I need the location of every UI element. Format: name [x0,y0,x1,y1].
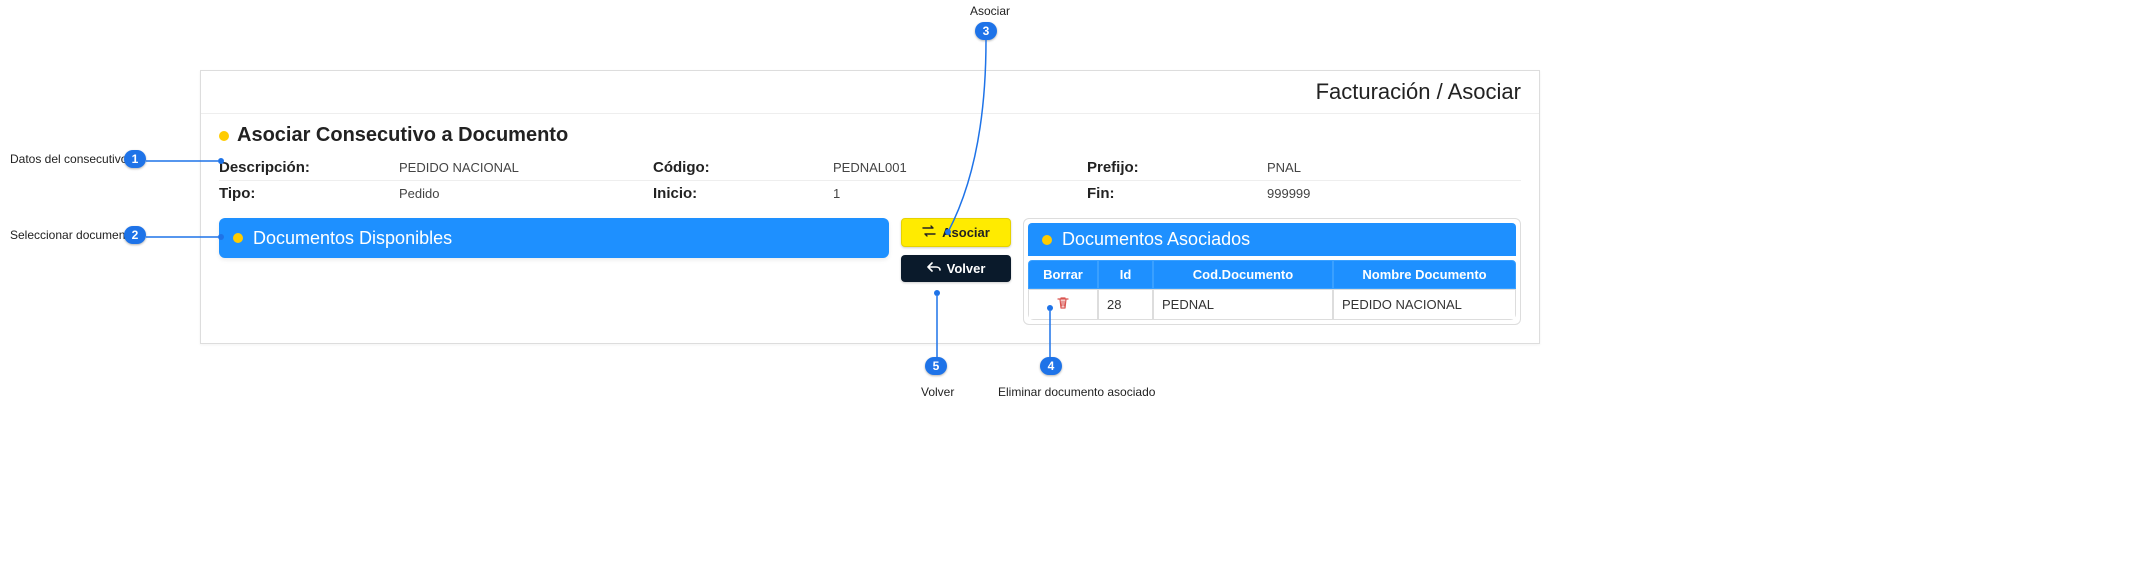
main-section: Asociar Consecutivo a Documento Descripc… [201,114,1539,343]
delete-row-button[interactable] [1056,296,1070,313]
callout-2-label: Seleccionar documento [10,228,135,242]
back-arrow-icon [927,261,941,276]
available-documents-panel[interactable]: Documentos Disponibles [219,218,889,258]
body-row: Documentos Disponibles Asociar Volver [219,218,1521,325]
tipo-label: Tipo: [219,185,379,202]
callout-badge-1: 1 [124,150,146,168]
callout-badge-5: 5 [925,357,947,375]
volver-label: Volver [947,261,986,276]
descripcion-value: PEDIDO NACIONAL [399,160,519,175]
descripcion-label: Descripción: [219,159,379,176]
callout-badge-4: 4 [1040,357,1062,375]
callout-3-label: Asociar [970,4,1010,18]
breadcrumb: Facturación / Asociar [201,71,1539,114]
col-cod: Cod.Documento [1153,260,1333,289]
asociar-button[interactable]: Asociar [901,218,1011,247]
associated-documents-table: Borrar Id Cod.Documento Nombre Documento [1028,260,1516,320]
action-column: Asociar Volver [901,218,1011,282]
tipo-value: Pedido [399,186,439,201]
col-id: Id [1098,260,1153,289]
col-borrar: Borrar [1028,260,1098,289]
callout-badge-2: 2 [124,226,146,244]
prefijo-value: PNAL [1267,160,1301,175]
codigo-label: Código: [653,159,813,176]
page-container: Facturación / Asociar Asociar Consecutiv… [200,70,1540,344]
cell-nombre: PEDIDO NACIONAL [1333,289,1516,320]
cell-id: 28 [1098,289,1153,320]
prefijo-label: Prefijo: [1087,159,1247,176]
bullet-icon [233,233,243,243]
cell-cod: PEDNAL [1153,289,1333,320]
section-title: Asociar Consecutivo a Documento [219,124,1521,147]
section-title-text: Asociar Consecutivo a Documento [237,124,568,147]
trash-icon [1056,298,1070,313]
volver-button[interactable]: Volver [901,255,1011,282]
available-documents-title: Documentos Disponibles [253,228,452,249]
bullet-icon [219,131,229,141]
table-row: 28 PEDNAL PEDIDO NACIONAL [1028,289,1516,320]
fin-label: Fin: [1087,185,1247,202]
fin-value: 999999 [1267,186,1310,201]
info-row-2: Tipo: Pedido Inicio: 1 Fin: 999999 [219,181,1521,206]
col-nombre: Nombre Documento [1333,260,1516,289]
associated-documents-title: Documentos Asociados [1062,229,1250,250]
associated-documents-panel: Documentos Asociados Borrar Id Cod.Docum… [1023,218,1521,325]
asociar-label: Asociar [942,225,990,240]
callout-badge-3: 3 [975,22,997,40]
codigo-value: PEDNAL001 [833,160,907,175]
callout-1-label: Datos del consecutivo [10,152,127,166]
callout-4-label: Eliminar documento asociado [998,385,1155,399]
inicio-label: Inicio: [653,185,813,202]
inicio-value: 1 [833,186,840,201]
info-row-1: Descripción: PEDIDO NACIONAL Código: PED… [219,155,1521,181]
swap-icon [922,225,936,240]
callout-5-label: Volver [921,385,954,399]
bullet-icon [1042,235,1052,245]
